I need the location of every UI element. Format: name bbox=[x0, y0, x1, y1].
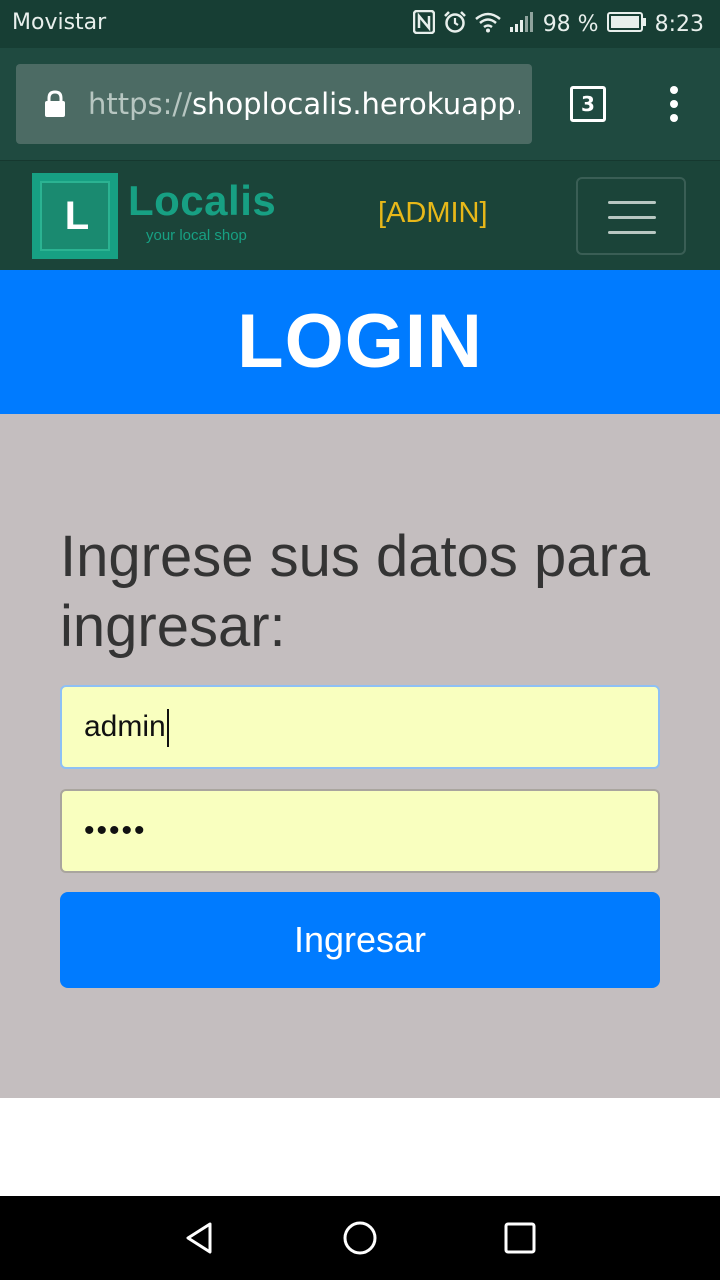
url-text[interactable]: https://shoplocalis.herokuapp. bbox=[88, 84, 520, 124]
site-navbar: L Localis your local shop [ADMIN] bbox=[0, 160, 720, 271]
password-field[interactable]: ••••• bbox=[60, 789, 660, 873]
logo-tagline: your local shop bbox=[146, 227, 247, 244]
username-field[interactable]: admin bbox=[60, 685, 660, 769]
url-host: shoplocalis.herokuapp. bbox=[191, 87, 520, 121]
lock-icon bbox=[44, 90, 66, 122]
text-caret bbox=[166, 709, 169, 748]
more-vert-icon[interactable] bbox=[664, 84, 684, 124]
carrier-name: Movistar bbox=[12, 10, 107, 35]
login-banner: LOGIN bbox=[0, 270, 720, 414]
page-footer-area bbox=[0, 1098, 720, 1196]
home-icon[interactable] bbox=[338, 1216, 382, 1260]
nfc-icon bbox=[412, 9, 435, 38]
alarm-icon bbox=[443, 10, 467, 38]
hamburger-icon[interactable] bbox=[576, 177, 686, 255]
tabs-button[interactable]: 3 bbox=[570, 86, 606, 122]
form-heading: Ingrese sus datos para ingresar: bbox=[60, 524, 651, 659]
browser-toolbar: https://shoplocalis.herokuapp. 3 bbox=[0, 48, 720, 160]
username-value: admin bbox=[84, 710, 166, 743]
admin-role-label: [ADMIN] bbox=[378, 197, 488, 229]
wifi-icon bbox=[474, 11, 501, 37]
battery-percent: 98 % bbox=[542, 11, 599, 37]
clock: 8:23 bbox=[654, 11, 704, 37]
password-value: ••••• bbox=[84, 814, 147, 847]
signal-icon bbox=[509, 11, 535, 37]
logo-mark[interactable]: L bbox=[32, 173, 118, 259]
page-title: LOGIN bbox=[237, 299, 483, 384]
address-bar[interactable]: https://shoplocalis.herokuapp. bbox=[16, 64, 532, 144]
submit-button[interactable]: Ingresar bbox=[60, 892, 660, 988]
logo-letter: L bbox=[64, 194, 90, 238]
status-icons: 98 % 8:23 bbox=[412, 8, 704, 40]
logo-name[interactable]: Localis bbox=[128, 177, 276, 225]
login-form: Ingrese sus datos para ingresar: admin •… bbox=[0, 414, 720, 1098]
battery-icon bbox=[606, 12, 647, 36]
system-nav-bar bbox=[0, 1196, 720, 1280]
status-bar: Movistar 98 % 8:23 bbox=[0, 0, 720, 48]
url-scheme: https:// bbox=[88, 87, 192, 121]
back-icon[interactable] bbox=[178, 1216, 222, 1260]
recents-icon[interactable] bbox=[498, 1216, 542, 1260]
